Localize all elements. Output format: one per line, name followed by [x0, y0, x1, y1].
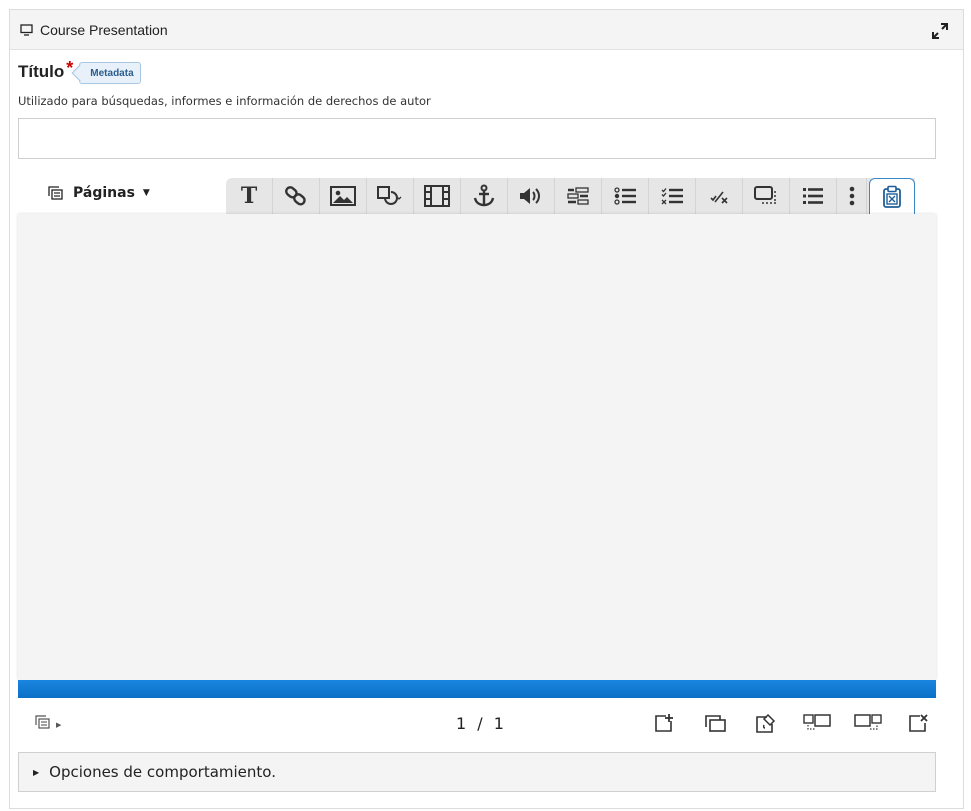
single-choice-icon[interactable]	[602, 178, 649, 214]
pages-icon	[35, 715, 50, 734]
panel-title: Course Presentation	[40, 21, 168, 38]
video-icon[interactable]	[414, 178, 461, 214]
title-field-label: Título * Metadata	[18, 58, 141, 84]
paste-icon[interactable]	[869, 178, 915, 214]
true-false-icon[interactable]	[696, 178, 743, 214]
pages-menu-button[interactable]: Páginas ▼	[48, 185, 150, 201]
link-icon[interactable]	[273, 178, 320, 214]
page-separator: /	[477, 714, 483, 733]
shapes-icon[interactable]	[367, 178, 414, 214]
caret-right-icon: ▶	[33, 767, 40, 777]
move-slide-left-icon[interactable]	[791, 712, 842, 734]
slide-footer: ▶ 1 / 1	[18, 698, 936, 748]
behaviour-options-toggle[interactable]: ▶ Opciones de comportamiento.	[18, 752, 936, 792]
slide-background-icon[interactable]	[740, 712, 791, 734]
anchor-icon[interactable]	[461, 178, 508, 214]
metadata-label: Metadata	[90, 67, 134, 79]
pages-icon	[48, 186, 63, 200]
metadata-button[interactable]: Metadata	[79, 62, 141, 84]
text-icon[interactable]: T	[226, 178, 273, 214]
pages-label: Páginas	[73, 185, 135, 201]
fill-in-blanks-icon[interactable]	[555, 178, 602, 214]
behaviour-options-label: Opciones de comportamiento.	[49, 763, 276, 781]
caret-right-icon: ▶	[56, 721, 62, 729]
required-mark: *	[66, 58, 74, 78]
clone-slide-icon[interactable]	[689, 712, 740, 734]
monitor-icon	[20, 23, 34, 37]
total-pages: 1	[493, 714, 504, 733]
move-slide-right-icon[interactable]	[842, 712, 893, 734]
more-icon[interactable]	[837, 178, 867, 214]
title-input[interactable]	[18, 118, 936, 159]
title-description: Utilizado para búsquedas, informes e inf…	[18, 94, 431, 108]
image-icon[interactable]	[320, 178, 367, 214]
panel-header: Course Presentation	[10, 10, 963, 50]
summary-icon[interactable]	[790, 178, 837, 214]
delete-slide-icon[interactable]	[893, 712, 944, 734]
chevron-down-icon: ▼	[142, 188, 150, 198]
current-page: 1	[456, 714, 467, 733]
add-slide-icon[interactable]	[638, 712, 689, 734]
slide-canvas[interactable]	[18, 214, 936, 680]
slide-list-toggle[interactable]: ▶	[35, 715, 61, 734]
slide-counter: 1 / 1	[456, 714, 504, 733]
title-label: Título	[18, 62, 65, 81]
progress-bar	[18, 680, 936, 698]
multi-choice-icon[interactable]	[649, 178, 696, 214]
expand-icon[interactable]	[931, 22, 949, 40]
audio-icon[interactable]	[508, 178, 555, 214]
drag-text-icon[interactable]	[743, 178, 790, 214]
slide-actions	[638, 712, 944, 734]
editor-toolbar: T	[226, 178, 915, 214]
